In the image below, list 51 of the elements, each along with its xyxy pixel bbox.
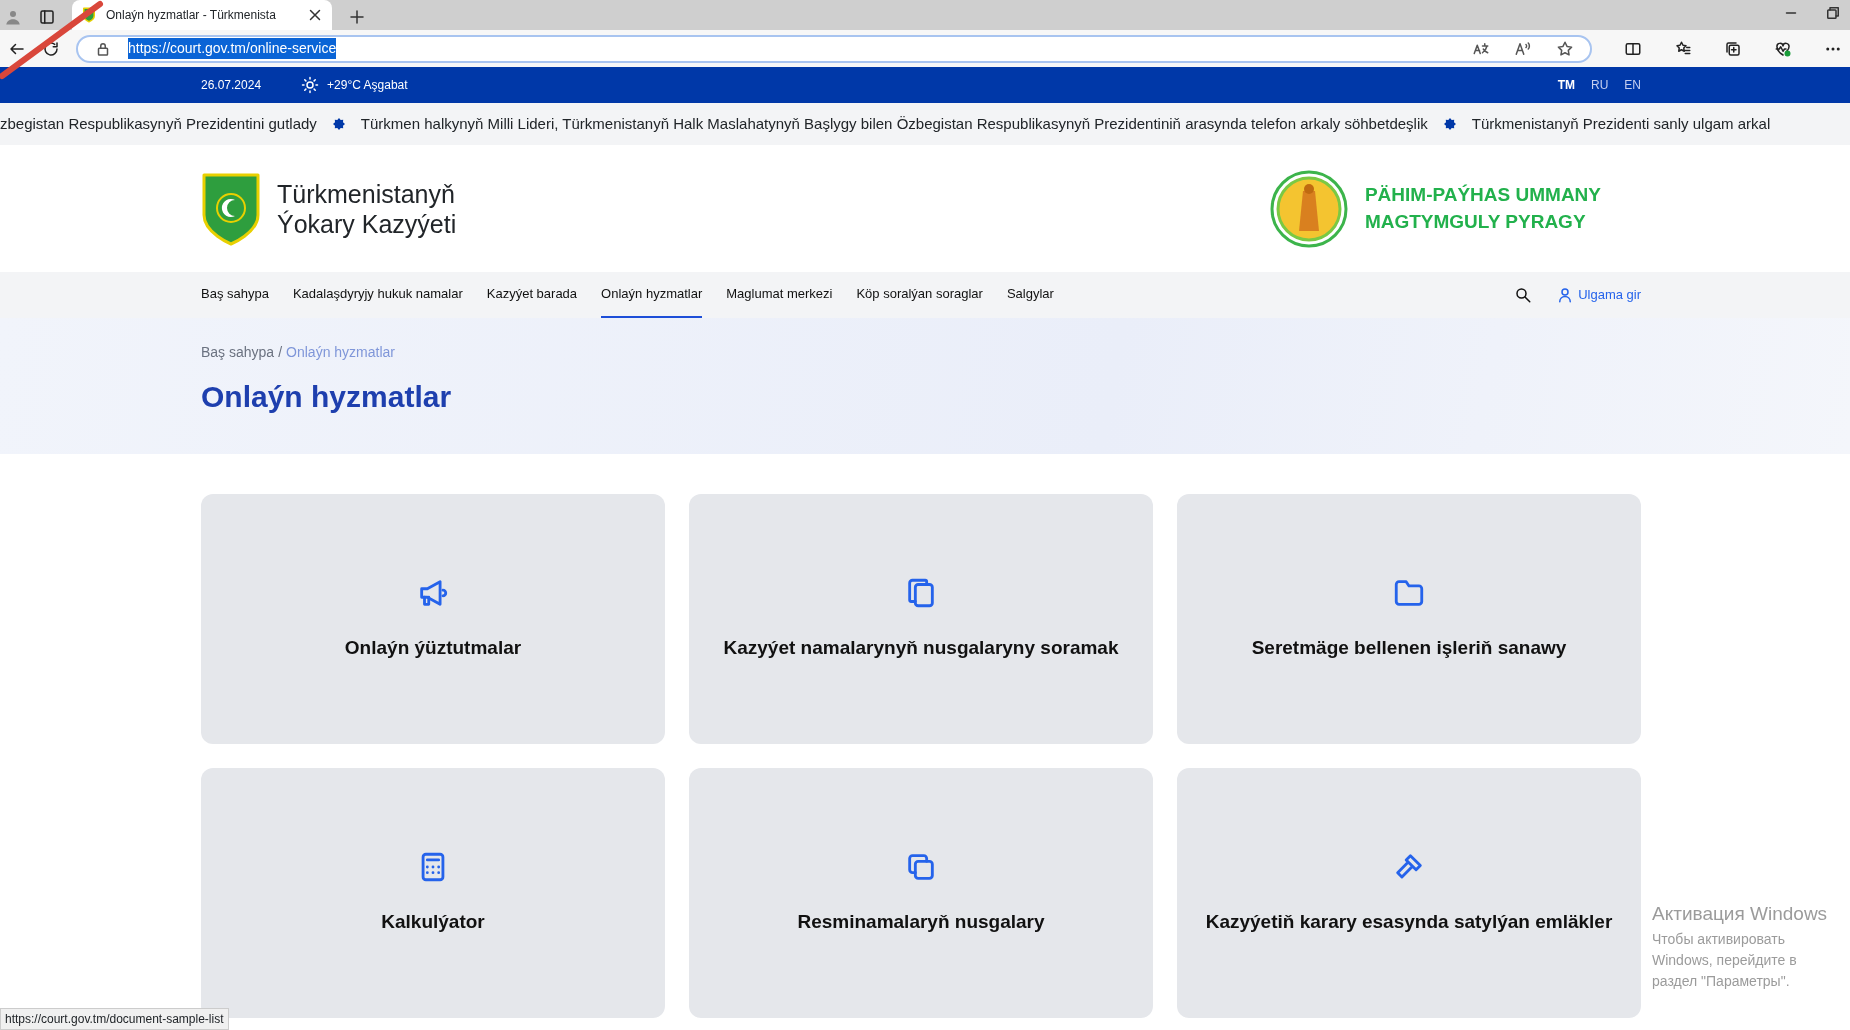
slogan-text: MAGTYMGULY PYRAGY (1364, 209, 1587, 234)
restore-icon[interactable] (1824, 4, 1842, 22)
reload-icon[interactable] (42, 39, 60, 58)
news-ticker-item[interactable]: Türkmenistanyň Prezidenti sanly ulgam arkal (1471, 112, 1771, 136)
nav-link[interactable]: Köp soralýan soraglar (856, 272, 983, 318)
nav-link[interactable]: Maglumat merkezi (726, 272, 833, 318)
news-ticker-item[interactable]: zbegistan Respublikasynyň Prezidentini gutlady (0, 112, 317, 136)
nav-link[interactable]: Kadalaşdyryjy hukuk namalar (292, 272, 463, 318)
language-link[interactable]: TM (1557, 76, 1575, 94)
card-title: Kalkulýator (380, 909, 486, 934)
emblem-logo[interactable] (201, 171, 261, 246)
site-title[interactable]: Ýokary Kazyýeti (277, 208, 457, 239)
nav-link[interactable]: Salgylar (1006, 272, 1054, 318)
address-bar[interactable]: https://court.gov.tm/online-service (76, 34, 1592, 63)
site-title[interactable]: Türkmenistanyň (277, 178, 457, 209)
nav-link[interactable]: Kazyýet barada (486, 272, 578, 318)
url-text: https://court.gov.tm/online-service (128, 38, 337, 59)
service-card[interactable]: Onlaýn ýüztutmalar (201, 494, 665, 744)
breadcrumb-link[interactable]: Baş sahypa (201, 342, 275, 363)
site-favicon (80, 6, 98, 24)
sun-icon (301, 76, 320, 94)
tab-actions-icon[interactable] (38, 8, 56, 26)
status-url: https://court.gov.tm/document-sample-list (0, 1008, 229, 1030)
search-icon[interactable] (1514, 286, 1533, 304)
activation-title: Активация Windows (1652, 902, 1829, 926)
tab-title: Onlaýn hyzmatlar - Türkmenista (106, 7, 277, 24)
activation-text: Чтобы активировать Windows, перейдите в раздел "Параметры". (1652, 929, 1798, 991)
collections-icon[interactable] (1724, 39, 1742, 58)
language-link[interactable]: RU (1591, 76, 1609, 94)
browser-tab[interactable]: Onlaýn hyzmatlar - Türkmenista (72, 0, 332, 30)
service-card[interactable]: Kazyýet namalarynyň nusgalaryny soramak (689, 494, 1153, 744)
service-card[interactable]: Kazyýetiň karary esasynda satylýan emläkler (1177, 768, 1641, 1018)
date-text: 26.07.2024 (201, 77, 262, 94)
star-icon[interactable] (1556, 39, 1574, 58)
card-title: Onlaýn ýüztutmalar (343, 635, 523, 660)
language-link[interactable]: EN (1624, 76, 1641, 94)
service-card[interactable]: Seretmäge bellenen işleriň sanawy (1177, 494, 1641, 744)
page-title: Onlaýn hyzmatlar (201, 379, 453, 415)
card-title: Resminamalaryň nusgalary (796, 909, 1046, 934)
news-ticker-item[interactable]: Türkmen halkynyň Milli Lideri, Türkmenistanyň Halk Maslahatynyň Başlygy bilen Özbegistan Respublikasynyň Prezidentiniň arasynda telefon arkaly söhbetdeşlik (360, 112, 1428, 136)
card-title: Kazyýetiň karary esasynda satylýan emläkler (1204, 909, 1614, 934)
slogan-text: PÄHIM-PAÝHAS UMMANY (1364, 182, 1601, 207)
read-aloud-icon[interactable] (1514, 39, 1532, 58)
new-tab-icon[interactable] (348, 8, 366, 26)
weather-text: +29°C Aşgabat (327, 77, 408, 94)
nav-link[interactable]: Baş sahypa (201, 272, 269, 318)
card-title: Kazyýet namalarynyň nusgalaryny soramak (722, 635, 1120, 660)
service-card[interactable]: Resminamalaryň nusgalary (689, 768, 1153, 1018)
login-link[interactable]: Ulgama gir (1578, 285, 1641, 305)
card-title: Seretmäge bellenen işleriň sanawy (1250, 635, 1568, 660)
breadcrumb-separator: / (278, 343, 283, 362)
